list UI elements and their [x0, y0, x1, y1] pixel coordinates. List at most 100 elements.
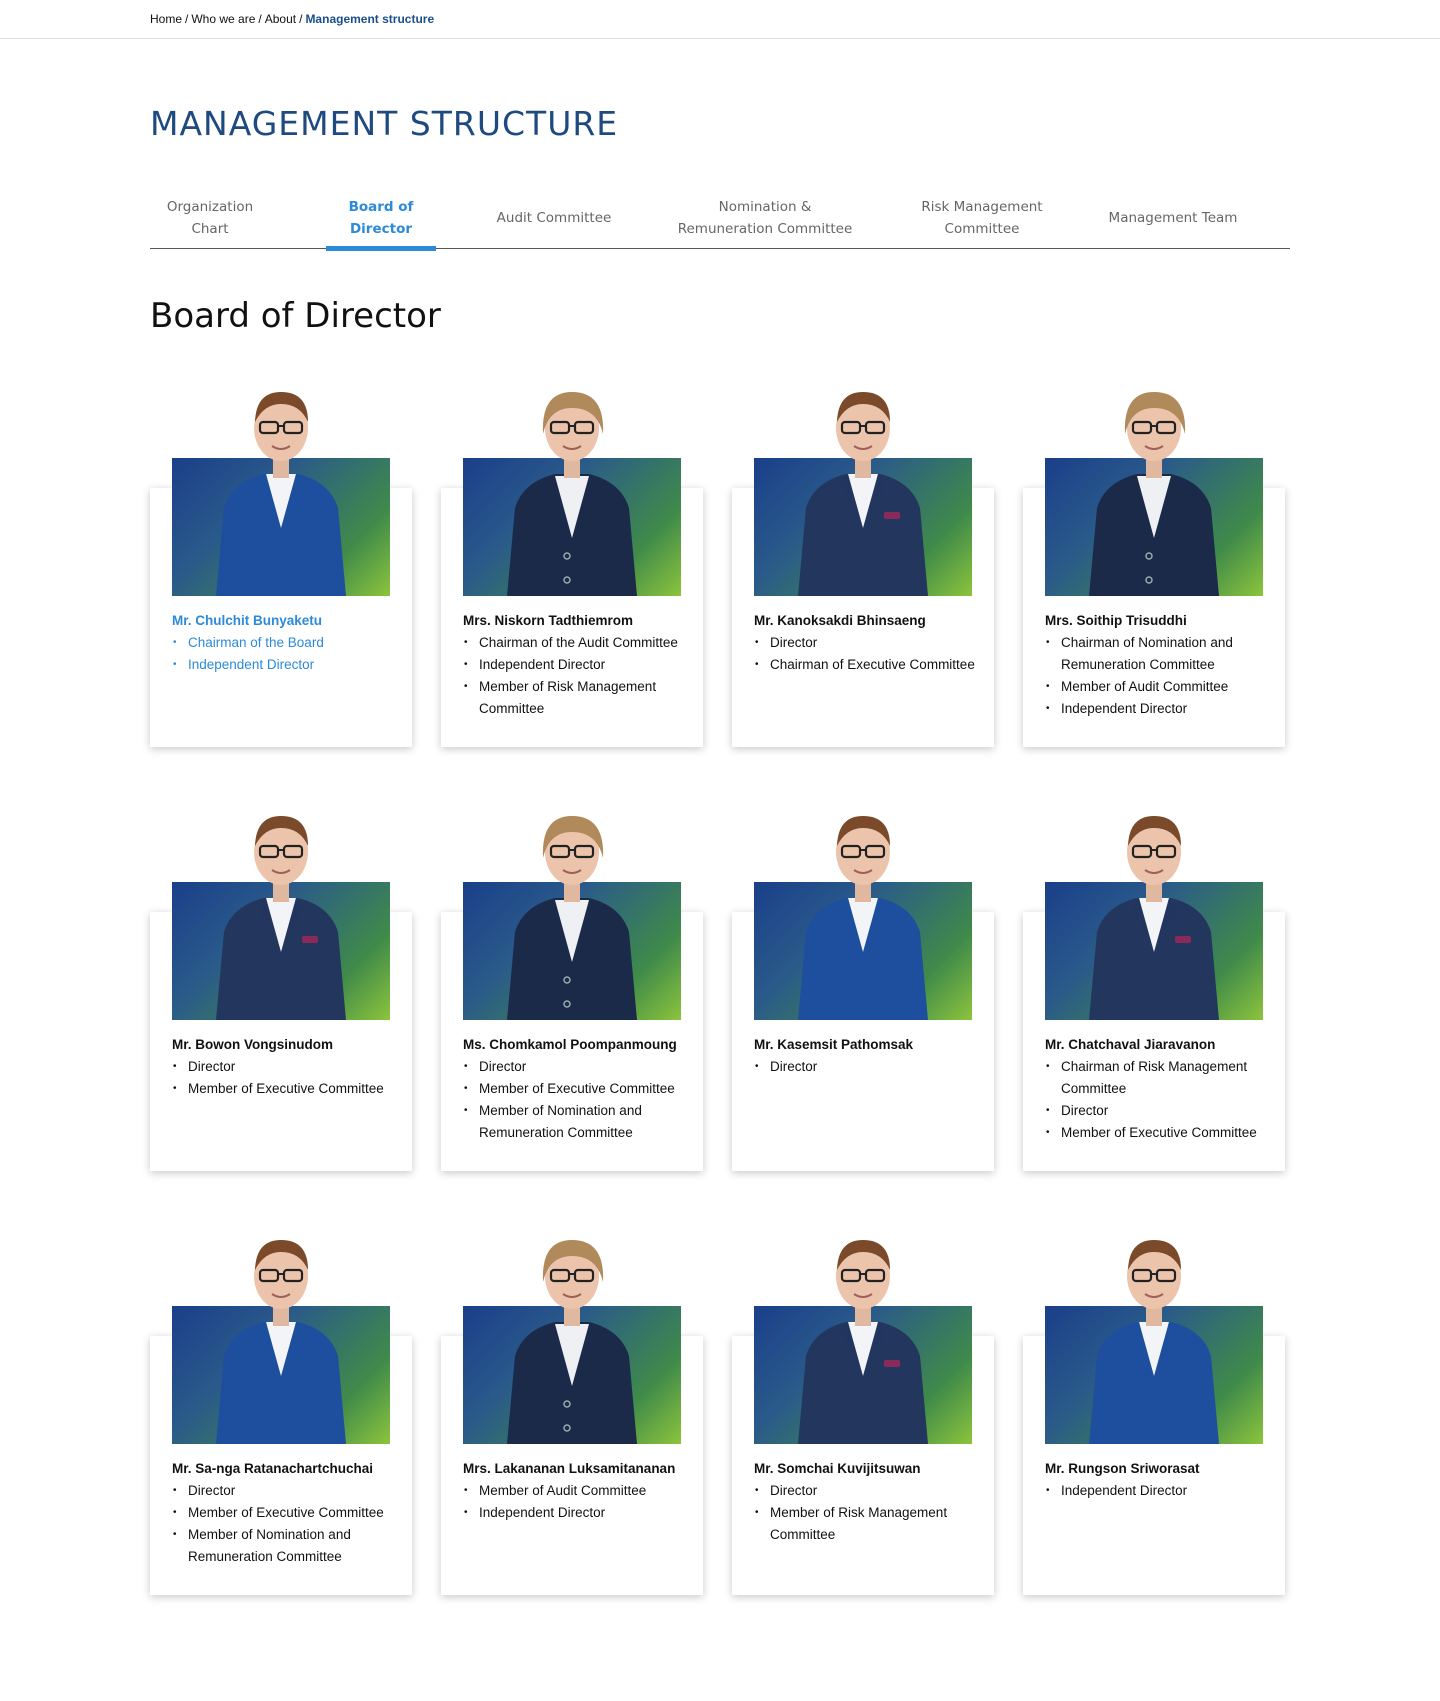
- director-roles-list: DirectorMember of Risk Management Commit…: [754, 1480, 994, 1546]
- director-name: Mrs. Soithip Trisuddhi: [1045, 613, 1187, 628]
- tab-risk-management-committee[interactable]: Risk Management Committee: [912, 188, 1052, 248]
- director-role: Chairman of the Audit Committee: [463, 632, 703, 654]
- director-role: Independent Director: [172, 654, 412, 676]
- director-card[interactable]: Mr. Kanoksakdi Bhinsaeng DirectorChairman…: [732, 392, 994, 747]
- breadcrumb-current: Management structure: [305, 12, 435, 26]
- director-photo: [172, 1240, 390, 1444]
- director-card[interactable]: Mr. Chulchit Bunyaketu Chairman of the Bo…: [150, 392, 412, 747]
- director-roles-list: Director: [754, 1056, 994, 1078]
- breadcrumb-who-we-are-link[interactable]: Who we are: [191, 12, 255, 26]
- portrait-icon: [1089, 816, 1219, 1020]
- page-title: MANAGEMENT STRUCTURE: [150, 104, 619, 143]
- director-role: Director: [754, 1480, 994, 1502]
- portrait-icon: [798, 816, 928, 1020]
- director-info: Mrs. Lakananan Luksamitananan Member of A…: [463, 1458, 703, 1524]
- director-name: Mr. Sa-nga Ratanachartchuchai: [172, 1461, 374, 1476]
- tab-nomination-remuneration-committee[interactable]: Nomination & Remuneration Committee: [670, 188, 860, 248]
- tab-board-of-director[interactable]: Board of Director: [326, 188, 436, 251]
- portrait-icon: [216, 816, 346, 1020]
- director-role: Member of Audit Committee: [463, 1480, 703, 1502]
- director-role: Member of Risk Management Committee: [463, 676, 703, 720]
- director-card[interactable]: Mr. Kasemsit Pathomsak Director: [732, 816, 994, 1171]
- director-role: Chairman of Executive Committee: [754, 654, 994, 676]
- tab-audit-committee[interactable]: Audit Committee: [494, 188, 614, 248]
- director-role: Member of Executive Committee: [1045, 1122, 1285, 1144]
- portrait-icon: [798, 1240, 928, 1444]
- breadcrumb-about-link[interactable]: About: [265, 12, 296, 26]
- director-name: Mr. Somchai Kuvijitsuwan: [754, 1461, 921, 1476]
- portrait-icon: [216, 392, 346, 596]
- director-photo: [172, 392, 390, 596]
- director-name: Mr. Bowon Vongsinudom: [172, 1037, 333, 1052]
- director-role: Member of Audit Committee: [1045, 676, 1285, 698]
- director-roles-list: Member of Audit CommitteeIndependent Dir…: [463, 1480, 703, 1524]
- portrait-icon: [1089, 1240, 1219, 1444]
- breadcrumb-separator: /: [258, 12, 262, 26]
- director-photo: [754, 816, 972, 1020]
- director-roles-list: DirectorMember of Executive CommitteeMem…: [463, 1056, 703, 1144]
- tab-organization-chart[interactable]: Organization Chart: [150, 188, 270, 248]
- director-card[interactable]: Mrs. Lakananan Luksamitananan Member of A…: [441, 1240, 703, 1595]
- director-info: Mr. Bowon Vongsinudom DirectorMember of E…: [172, 1034, 412, 1100]
- director-role: Independent Director: [1045, 1480, 1285, 1502]
- director-info: Mr. Kasemsit Pathomsak Director: [754, 1034, 994, 1078]
- director-name: Mrs. Niskorn Tadthiemrom: [463, 613, 634, 628]
- director-role: Member of Executive Committee: [463, 1078, 703, 1100]
- director-info: Mrs. Soithip Trisuddhi Chairman of Nomina…: [1045, 610, 1285, 720]
- director-card[interactable]: Ms. Chomkamol Poompanmoung DirectorMember…: [441, 816, 703, 1171]
- breadcrumb-separator: /: [299, 12, 303, 26]
- director-photo: [463, 392, 681, 596]
- director-roles-list: Chairman of the BoardIndependent Directo…: [172, 632, 412, 676]
- director-name: Mr. Kanoksakdi Bhinsaeng: [754, 613, 926, 628]
- director-info: Ms. Chomkamol Poompanmoung DirectorMember…: [463, 1034, 703, 1144]
- director-role: Director: [1045, 1100, 1285, 1122]
- director-info: Mr. Somchai Kuvijitsuwan DirectorMember o…: [754, 1458, 994, 1546]
- tab-management-team[interactable]: Management Team: [1108, 188, 1238, 248]
- director-info: Mr. Kanoksakdi Bhinsaeng DirectorChairman…: [754, 610, 994, 676]
- portrait-icon: [1089, 392, 1219, 596]
- director-photo: [1045, 392, 1263, 596]
- director-role: Director: [172, 1056, 412, 1078]
- director-photo: [754, 1240, 972, 1444]
- director-name: Ms. Chomkamol Poompanmoung: [463, 1037, 677, 1052]
- director-name: Mr. Rungson Sriworasat: [1045, 1461, 1200, 1476]
- director-roles-list: Chairman of Risk Management CommitteeDir…: [1045, 1056, 1285, 1144]
- director-card[interactable]: Mrs. Niskorn Tadthiemrom Chairman of the …: [441, 392, 703, 747]
- director-card[interactable]: Mr. Bowon Vongsinudom DirectorMember of E…: [150, 816, 412, 1171]
- director-roles-list: DirectorMember of Executive Committee: [172, 1056, 412, 1100]
- director-role: Member of Executive Committee: [172, 1502, 412, 1524]
- director-card[interactable]: Mr. Chatchaval Jiaravanon Chairman of Ris…: [1023, 816, 1285, 1171]
- director-photo: [1045, 1240, 1263, 1444]
- director-photo: [463, 816, 681, 1020]
- director-role: Member of Nomination and Remuneration Co…: [172, 1524, 412, 1568]
- director-role: Chairman of Risk Management Committee: [1045, 1056, 1285, 1100]
- director-role: Director: [754, 632, 994, 654]
- director-card[interactable]: Mr. Somchai Kuvijitsuwan DirectorMember o…: [732, 1240, 994, 1595]
- director-card[interactable]: Mrs. Soithip Trisuddhi Chairman of Nomina…: [1023, 392, 1285, 747]
- breadcrumb-home-link[interactable]: Home: [150, 12, 182, 26]
- section-title: Board of Director: [150, 296, 441, 336]
- director-card[interactable]: Mr. Rungson Sriworasat Independent Direct…: [1023, 1240, 1285, 1595]
- portrait-icon: [507, 392, 637, 596]
- director-role: Director: [754, 1056, 994, 1078]
- portrait-icon: [216, 1240, 346, 1444]
- breadcrumb-separator: /: [185, 12, 189, 26]
- director-info: Mr. Rungson Sriworasat Independent Direct…: [1045, 1458, 1285, 1502]
- director-name: Mr. Kasemsit Pathomsak: [754, 1037, 914, 1052]
- director-roles-list: Chairman of the Audit CommitteeIndepende…: [463, 632, 703, 720]
- breadcrumb: Home / Who we are / About / Management structu…: [150, 12, 434, 26]
- director-role: Member of Risk Management Committee: [754, 1502, 994, 1546]
- director-photo: [463, 1240, 681, 1444]
- director-info: Mr. Chatchaval Jiaravanon Chairman of Ris…: [1045, 1034, 1285, 1144]
- director-role: Chairman of Nomination and Remuneration …: [1045, 632, 1285, 676]
- director-card[interactable]: Mr. Sa-nga RatanachartchuchaiDirectorMem…: [150, 1240, 412, 1595]
- director-role: Independent Director: [463, 654, 703, 676]
- director-roles-list: DirectorChairman of Executive Committee: [754, 632, 994, 676]
- director-info: Mr. Chulchit Bunyaketu Chairman of the Bo…: [172, 610, 412, 676]
- director-roles-list: Chairman of Nomination and Remuneration …: [1045, 632, 1285, 720]
- director-role: Member of Executive Committee: [172, 1078, 412, 1100]
- director-role: Independent Director: [1045, 698, 1285, 720]
- director-name: Mr. Chulchit Bunyaketu: [172, 613, 323, 628]
- director-name: Mrs. Lakananan Luksamitananan: [463, 1461, 676, 1476]
- director-name: Mr. Chatchaval Jiaravanon: [1045, 1037, 1216, 1052]
